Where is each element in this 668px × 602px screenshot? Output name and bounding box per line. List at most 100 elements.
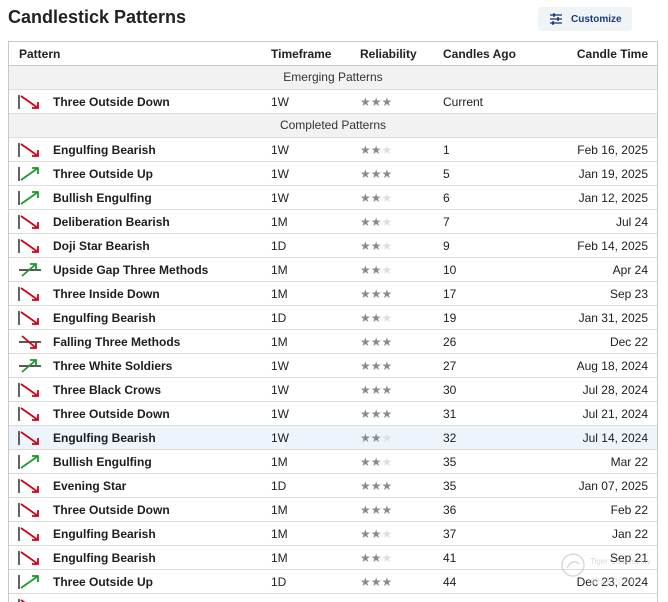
bearish-reversal-icon [18,599,26,602]
table-row[interactable]: Engulfing Bearish 1M ★★★ 41 Sep 21 [9,546,657,570]
star-filled-icon: ★ [370,311,382,325]
timeframe-cell: 1M [271,503,288,517]
reliability-stars: ★★★ [360,282,392,306]
star-filled-icon: ★ [381,95,393,109]
star-empty-icon: ★ [381,551,393,565]
candles-ago-cell: 17 [443,287,457,301]
star-filled-icon: ★ [381,575,393,589]
table-row[interactable]: Evening Star 1D ★★★ 35 Jan 07, 2025 [9,474,657,498]
timeframe-cell: 1M [271,455,288,469]
star-filled-icon: ★ [360,455,371,469]
candle-time-cell: Dec 22 [609,335,648,349]
candles-ago-cell: 32 [443,431,457,445]
candles-ago-cell: 36 [443,503,457,517]
table-row[interactable]: Engulfing Bearish 1W ★★★ 1 Feb 16, 2025 [9,138,657,162]
table-row[interactable]: Bullish Engulfing 1W ★★★ 6 Jan 12, 2025 [9,186,657,210]
candle-time-cell: Jul 28, 2024 [582,383,648,397]
table-row[interactable]: Engulfing Bearish 1W ★★★ 32 Jul 14, 2024 [9,426,657,450]
pattern-name[interactable]: Bullish Engulfing [53,450,152,474]
table-row[interactable]: Deliberation Bearish 1M ★★★ 7 Jul 24 [9,210,657,234]
table-row[interactable]: Engulfing Bearish 1M ★★★ 37 Jan 22 [9,522,657,546]
table-row[interactable]: Engulfing Bearish 1D ★★★ 19 Jan 31, 2025 [9,306,657,330]
timeframe-cell: 1W [271,95,289,109]
star-filled-icon: ★ [370,551,382,565]
column-header-candle-time[interactable]: Candle Time [577,42,648,66]
candles-ago-cell: 10 [443,263,457,277]
pattern-name[interactable]: Doji Star Bearish [53,234,150,258]
reliability-stars: ★★★ [360,330,392,354]
star-filled-icon: ★ [381,335,393,349]
pattern-name[interactable]: Three Outside Up [53,162,153,186]
page-header: Candlestick Patterns Customize [0,0,668,40]
candle-time-cell: Jul 14, 2024 [582,431,648,445]
pattern-name[interactable]: Three Outside Down [53,402,170,426]
table-row[interactable]: Bullish Engulfing 1M ★★★ 35 Mar 22 [9,450,657,474]
column-header-pattern[interactable]: Pattern [19,42,60,66]
star-empty-icon: ★ [381,263,393,277]
pattern-name[interactable]: Engulfing Bearish [53,546,156,570]
star-empty-icon: ★ [381,239,393,253]
table-row[interactable]: Three Outside Down 1W ★★★ 31 Jul 21, 2024 [9,402,657,426]
customize-button[interactable]: Customize [538,7,632,31]
candle-time-cell: Feb 14, 2025 [577,239,648,253]
reliability-stars: ★★★ [360,402,392,426]
section-header-completed: Completed Patterns [9,114,657,138]
candles-ago-cell: 35 [443,479,457,493]
pattern-name[interactable]: Engulfing Bearish [53,138,156,162]
bearish-reversal-icon [18,383,39,397]
table-row[interactable]: Three Inside Down 1M ★★★ 17 Sep 23 [9,282,657,306]
pattern-name[interactable]: Three Outside Down [53,90,170,114]
pattern-name[interactable]: Deliberation Bearish [53,210,170,234]
sliders-icon [550,13,562,25]
pattern-name[interactable]: Engulfing Bearish [53,522,156,546]
bearish-continuation-icon [19,335,41,349]
table-row[interactable]: Three Outside Down 1W ★★★ Current [9,90,657,114]
pattern-name[interactable]: Bullish Engulfing [53,186,152,210]
pattern-name[interactable]: Evening Star [53,474,126,498]
table-row[interactable] [9,594,657,602]
pattern-name[interactable]: Three Black Crows [53,378,161,402]
pattern-name[interactable]: Three Outside Up [53,570,153,594]
pattern-name[interactable]: Engulfing Bearish [53,306,156,330]
bullish-continuation-icon [19,359,41,373]
candle-time-cell: Mar 22 [610,455,648,469]
timeframe-cell: 1D [271,575,287,589]
star-filled-icon: ★ [370,455,382,469]
column-header-reliability[interactable]: Reliability [360,42,417,66]
table-row[interactable]: Three Outside Up 1D ★★★ 44 Dec 23, 2024 [9,570,657,594]
star-filled-icon: ★ [381,407,393,421]
star-filled-icon: ★ [370,383,382,397]
emerging-rows: Three Outside Down 1W ★★★ Current [9,90,657,114]
candle-time-cell: Dec 23, 2024 [576,575,648,589]
column-header-candles-ago[interactable]: Candles Ago [443,42,516,66]
timeframe-cell: 1M [271,215,288,229]
reliability-stars: ★★★ [360,306,392,330]
reliability-stars: ★★★ [360,546,392,570]
star-filled-icon: ★ [360,479,371,493]
table-row[interactable]: Three White Soldiers 1W ★★★ 27 Aug 18, 2024 [9,354,657,378]
reliability-stars: ★★★ [360,474,392,498]
star-filled-icon: ★ [360,263,371,277]
pattern-name[interactable]: Three Inside Down [53,282,160,306]
column-header-timeframe[interactable]: Timeframe [271,42,331,66]
pattern-name[interactable]: Three White Soldiers [53,354,172,378]
pattern-name[interactable]: Engulfing Bearish [53,426,156,450]
candle-time-cell: Sep 21 [609,551,648,565]
star-filled-icon: ★ [381,503,393,517]
table-row[interactable]: Upside Gap Three Methods 1M ★★★ 10 Apr 24 [9,258,657,282]
table-row[interactable]: Falling Three Methods 1M ★★★ 26 Dec 22 [9,330,657,354]
table-row[interactable]: Doji Star Bearish 1D ★★★ 9 Feb 14, 2025 [9,234,657,258]
pattern-name[interactable]: Falling Three Methods [53,330,180,354]
star-filled-icon: ★ [370,167,382,181]
star-filled-icon: ★ [360,503,371,517]
table-row[interactable]: Three Black Crows 1W ★★★ 30 Jul 28, 2024 [9,378,657,402]
bearish-reversal-icon [18,143,39,157]
pattern-name[interactable]: Three Outside Down [53,498,170,522]
table-row[interactable]: Three Outside Down 1M ★★★ 36 Feb 22 [9,498,657,522]
table-row[interactable]: Three Outside Up 1W ★★★ 5 Jan 19, 2025 [9,162,657,186]
bullish-reversal-icon [18,455,39,469]
pattern-name[interactable]: Upside Gap Three Methods [53,258,208,282]
star-empty-icon: ★ [381,455,393,469]
candle-time-cell: Jul 24 [615,215,648,229]
star-filled-icon: ★ [360,383,371,397]
